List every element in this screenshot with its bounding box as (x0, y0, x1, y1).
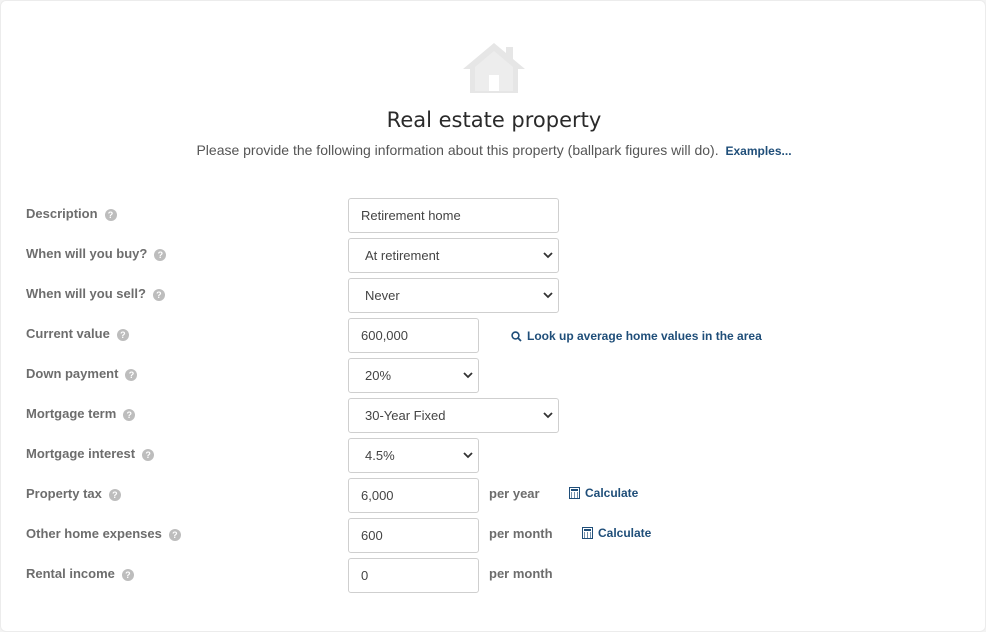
mortgage-term-select[interactable]: 30-Year Fixed (348, 398, 559, 433)
other-expenses-calculate-text: Calculate (598, 526, 652, 540)
property-tax-unit: per year (489, 486, 540, 501)
buy-label-text: When will you buy? (26, 245, 148, 261)
description-value: Retirement home (361, 208, 461, 223)
question-circle-icon[interactable]: ? (108, 488, 121, 501)
sell-value: Never (365, 288, 400, 303)
question-circle-icon[interactable]: ? (152, 288, 165, 301)
mortgage-term-label-text: Mortgage term (26, 405, 117, 421)
mortgage-interest-select[interactable]: 4.5% (348, 438, 479, 473)
chevron-down-icon (543, 292, 553, 299)
question-circle-icon[interactable]: ? (154, 248, 167, 261)
other-expenses-calculate-link[interactable]: Calculate (582, 526, 651, 540)
down-payment-label: Down payment ? (26, 364, 138, 382)
sell-label: When will you sell? ? (26, 284, 165, 302)
current-value-label-text: Current value (26, 325, 110, 341)
property-tax-label: Property tax ? (26, 484, 121, 502)
other-expenses-unit: per month (489, 526, 553, 541)
sell-select[interactable]: Never (348, 278, 559, 313)
description-label: Description ? (26, 204, 117, 222)
mortgage-term-label: Mortgage term ? (26, 404, 136, 422)
other-expenses-input[interactable]: 600 (348, 518, 479, 553)
down-payment-select[interactable]: 20% (348, 358, 479, 393)
property-tax-calculate-link[interactable]: Calculate (569, 486, 638, 500)
chevron-down-icon (543, 252, 553, 259)
question-circle-icon[interactable]: ? (123, 408, 136, 421)
buy-value: At retirement (365, 248, 440, 263)
chevron-down-icon (543, 412, 553, 419)
other-expenses-value: 600 (361, 528, 383, 543)
property-form-card: Real estate property Please provide the … (0, 0, 986, 632)
sell-label-text: When will you sell? (26, 285, 146, 301)
mortgage-interest-label-text: Mortgage interest (26, 445, 136, 461)
mortgage-interest-label: Mortgage interest ? (26, 444, 155, 462)
buy-label: When will you buy? ? (26, 244, 167, 262)
current-value-value: 600,000 (361, 328, 408, 343)
property-tax-label-text: Property tax (26, 485, 102, 501)
page-title: Real estate property (386, 108, 602, 132)
house-icon (463, 43, 525, 93)
current-value-label: Current value ? (26, 324, 129, 342)
down-payment-label-text: Down payment (26, 365, 119, 381)
page-subtitle: Please provide the following information… (1, 142, 986, 158)
property-tax-input[interactable]: 6,000 (348, 478, 479, 513)
other-expenses-label-text: Other home expenses (26, 525, 162, 541)
property-tax-value: 6,000 (361, 488, 394, 503)
rental-income-label-text: Rental income (26, 565, 115, 581)
question-circle-icon[interactable]: ? (121, 568, 134, 581)
lookup-link-text: Look up average home values in the area (527, 329, 762, 343)
down-payment-value: 20% (365, 368, 392, 383)
subtitle-text: Please provide the following information… (196, 142, 719, 158)
other-expenses-label: Other home expenses ? (26, 524, 181, 542)
mortgage-term-value: 30-Year Fixed (365, 408, 446, 423)
chevron-down-icon (463, 452, 473, 459)
rental-income-label: Rental income ? (26, 564, 134, 582)
mortgage-interest-value: 4.5% (365, 448, 395, 463)
description-label-text: Description (26, 205, 98, 221)
rental-income-input[interactable]: 0 (348, 558, 479, 593)
question-circle-icon[interactable]: ? (116, 328, 129, 341)
calculator-icon (582, 527, 593, 539)
property-tax-calculate-text: Calculate (585, 486, 639, 500)
buy-select[interactable]: At retirement (348, 238, 559, 273)
chevron-down-icon (463, 372, 473, 379)
examples-link[interactable]: Examples... (726, 144, 792, 158)
lookup-home-values-link[interactable]: Look up average home values in the area (511, 329, 762, 343)
description-input[interactable]: Retirement home (348, 198, 559, 233)
question-circle-icon[interactable]: ? (168, 528, 181, 541)
rental-income-unit: per month (489, 566, 553, 581)
calculator-icon (569, 487, 580, 499)
question-circle-icon[interactable]: ? (104, 208, 117, 221)
current-value-input[interactable]: 600,000 (348, 318, 479, 353)
question-circle-icon[interactable]: ? (142, 448, 155, 461)
rental-income-value: 0 (361, 568, 369, 583)
search-icon (511, 330, 522, 342)
question-circle-icon[interactable]: ? (125, 368, 138, 381)
